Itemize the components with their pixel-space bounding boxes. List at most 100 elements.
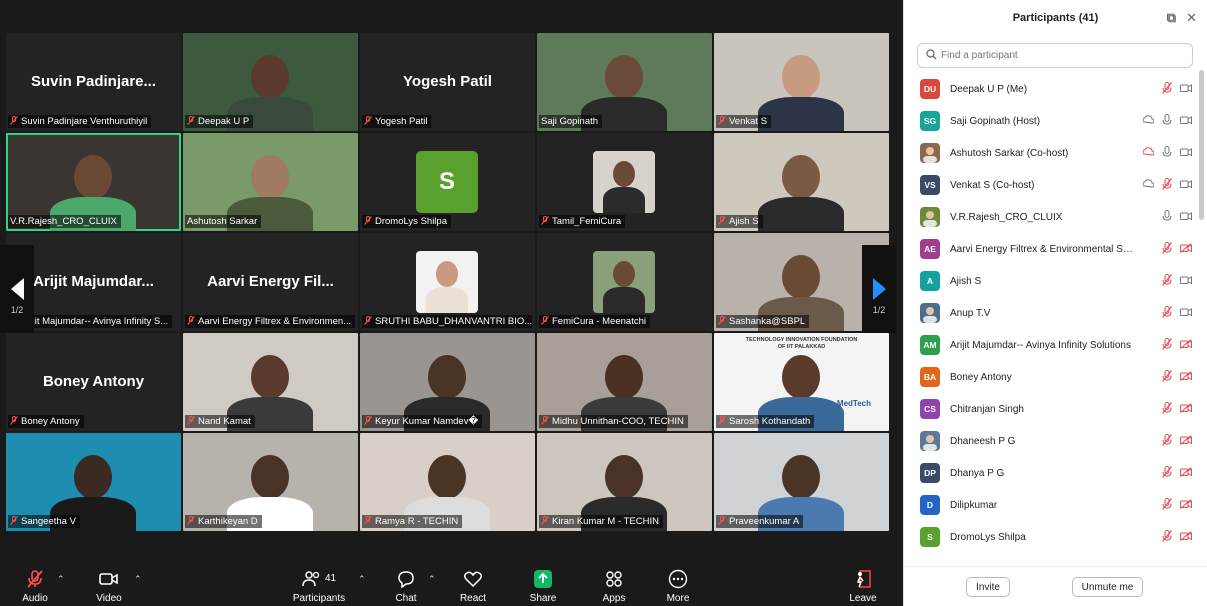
video-button[interactable]: Video — [79, 568, 139, 604]
participant-row[interactable]: DP Dhanya P G — [920, 457, 1192, 489]
camera-icon[interactable] — [1180, 147, 1192, 160]
prev-page-button[interactable]: 1/2 — [0, 245, 34, 333]
participants-options-caret-icon[interactable]: ⌃ — [358, 574, 366, 585]
participant-row[interactable]: A Ajish S — [920, 265, 1192, 297]
participant-row[interactable]: SG Saji Gopinath (Host) — [920, 105, 1192, 137]
participant-row[interactable]: Ashutosh Sarkar (Co-host) — [920, 137, 1192, 169]
video-tile[interactable]: FemiCura - Meenatchi — [537, 233, 712, 331]
camera-off-icon[interactable] — [1180, 434, 1192, 448]
video-tile[interactable]: S DromoLys Shilpa — [360, 133, 535, 231]
participant-row[interactable]: V.R.Rajesh_CRO_CLUIX — [920, 201, 1192, 233]
camera-icon[interactable] — [1180, 211, 1192, 224]
unmute-me-button[interactable]: Unmute me — [1072, 577, 1143, 597]
popout-icon[interactable]: ⧉ — [1167, 10, 1176, 26]
mic-icon[interactable] — [1162, 113, 1172, 129]
video-tile[interactable]: Boney Antony Boney Antony — [6, 333, 181, 431]
participant-row[interactable]: AM Arijit Majumdar-- Avinya Infinity Solu… — [920, 329, 1192, 361]
mic-muted-icon[interactable] — [1162, 81, 1172, 97]
video-tile[interactable]: V.R.Rajesh_CRO_CLUIX — [6, 133, 181, 231]
chat-button[interactable]: Chat — [376, 568, 436, 604]
audio-options-caret-icon[interactable]: ⌃ — [57, 574, 65, 585]
video-tile[interactable]: Deepak U P — [183, 33, 358, 131]
video-tile[interactable]: Tamil_FemiCura — [537, 133, 712, 231]
video-tile[interactable]: TECHNOLOGY INNOVATION FOUNDATION OF IIT P… — [714, 333, 889, 431]
video-tile[interactable]: Nand Kamat — [183, 333, 358, 431]
camera-icon[interactable] — [1180, 179, 1192, 192]
camera-off-icon[interactable] — [1180, 370, 1192, 384]
video-tile[interactable]: Praveenkumar A — [714, 433, 889, 531]
camera-icon[interactable] — [1180, 83, 1192, 96]
mic-muted-icon[interactable] — [1162, 273, 1172, 289]
camera-off-icon[interactable] — [1180, 498, 1192, 512]
participant-list-scrollbar[interactable] — [1199, 70, 1204, 220]
more-button[interactable]: More — [648, 568, 708, 604]
apps-button[interactable]: Apps — [584, 568, 644, 604]
mic-muted-icon — [718, 316, 726, 327]
video-tile[interactable]: Yogesh Patil Yogesh Patil — [360, 33, 535, 131]
mic-muted-icon[interactable] — [1162, 529, 1172, 545]
participant-row[interactable]: CS Chitranjan Singh — [920, 393, 1192, 425]
mic-muted-icon[interactable] — [1162, 177, 1172, 193]
tile-avatar: S — [416, 151, 478, 213]
camera-off-icon[interactable] — [1180, 466, 1192, 480]
mic-muted-icon[interactable] — [1162, 497, 1172, 513]
mic-muted-icon[interactable] — [1162, 465, 1172, 481]
invite-button[interactable]: Invite — [966, 577, 1010, 597]
mic-muted-icon[interactable] — [1162, 369, 1172, 385]
video-options-caret-icon[interactable]: ⌃ — [134, 574, 142, 585]
participants-button[interactable]: 41 Participants — [289, 568, 349, 604]
video-tile[interactable]: Sangeetha V — [6, 433, 181, 531]
video-tile[interactable]: Suvin Padinjare... Suvin Padinjare Venthu… — [6, 33, 181, 131]
leave-button[interactable]: Leave — [833, 568, 893, 604]
video-tile[interactable]: Midhu Unnithan-COO, TECHIN — [537, 333, 712, 431]
mic-muted-icon[interactable] — [1162, 305, 1172, 321]
camera-icon[interactable] — [1180, 307, 1192, 320]
mic-icon[interactable] — [1162, 145, 1172, 161]
video-tile[interactable]: Ashutosh Sarkar — [183, 133, 358, 231]
tile-display-name: Aarvi Energy Fil... — [207, 273, 334, 290]
camera-icon[interactable] — [1180, 115, 1192, 128]
mic-muted-icon[interactable] — [1162, 401, 1172, 417]
camera-off-icon[interactable] — [1180, 338, 1192, 352]
camera-icon[interactable] — [1180, 275, 1192, 288]
video-tile[interactable]: Kiran Kumar M - TECHIN — [537, 433, 712, 531]
camera-off-icon[interactable] — [1180, 242, 1192, 256]
participant-row[interactable]: DU Deepak U P (Me) — [920, 73, 1192, 105]
mic-muted-icon[interactable] — [1162, 337, 1172, 353]
video-tile[interactable]: Aarvi Energy Fil... Aarvi Energy Filtrex … — [183, 233, 358, 331]
audio-button[interactable]: Audio — [5, 568, 65, 604]
participant-row[interactable]: D Dilipkumar — [920, 489, 1192, 521]
tile-name-label: DromoLys Shilpa — [375, 216, 447, 227]
share-button[interactable]: Share — [513, 568, 573, 604]
video-tile[interactable]: SRUTHI BABU_DHANVANTRI BIO... — [360, 233, 535, 331]
participant-row[interactable]: AE Aarvi Energy Filtrex & Environmental S… — [920, 233, 1192, 265]
video-tile[interactable]: Venkat S — [714, 33, 889, 131]
camera-off-icon[interactable] — [1180, 530, 1192, 544]
participant-search[interactable] — [917, 43, 1193, 68]
video-tile[interactable]: Keyur Kumar Namdev� — [360, 333, 535, 431]
mic-muted-icon — [718, 516, 726, 527]
medtech-logo: MedTech — [836, 399, 871, 408]
participant-row[interactable]: BA Boney Antony — [920, 361, 1192, 393]
next-page-button[interactable]: 1/2 — [862, 245, 896, 333]
video-tile[interactable]: Saji Gopinath — [537, 33, 712, 131]
react-button[interactable]: React — [443, 568, 503, 604]
participant-row[interactable]: Anup T.V — [920, 297, 1192, 329]
more-dots-icon — [668, 568, 688, 590]
mic-muted-icon — [541, 516, 549, 527]
participant-name: Saji Gopinath (Host) — [950, 115, 1041, 127]
mic-muted-icon[interactable] — [1162, 241, 1172, 257]
participant-row[interactable]: VS Venkat S (Co-host) — [920, 169, 1192, 201]
participant-row[interactable]: Dhaneesh P G — [920, 425, 1192, 457]
share-label: Share — [529, 593, 557, 604]
video-tile[interactable]: Karthikeyan D — [183, 433, 358, 531]
camera-off-icon[interactable] — [1180, 402, 1192, 416]
mic-icon[interactable] — [1162, 209, 1172, 225]
participant-row[interactable]: S DromoLys Shilpa — [920, 521, 1192, 553]
mic-muted-icon[interactable] — [1162, 433, 1172, 449]
video-tile[interactable]: Ramya R - TECHIN — [360, 433, 535, 531]
chat-options-caret-icon[interactable]: ⌃ — [428, 574, 436, 585]
close-icon[interactable]: ✕ — [1186, 10, 1197, 26]
search-input[interactable] — [941, 50, 1181, 61]
video-tile[interactable]: Ajish S — [714, 133, 889, 231]
